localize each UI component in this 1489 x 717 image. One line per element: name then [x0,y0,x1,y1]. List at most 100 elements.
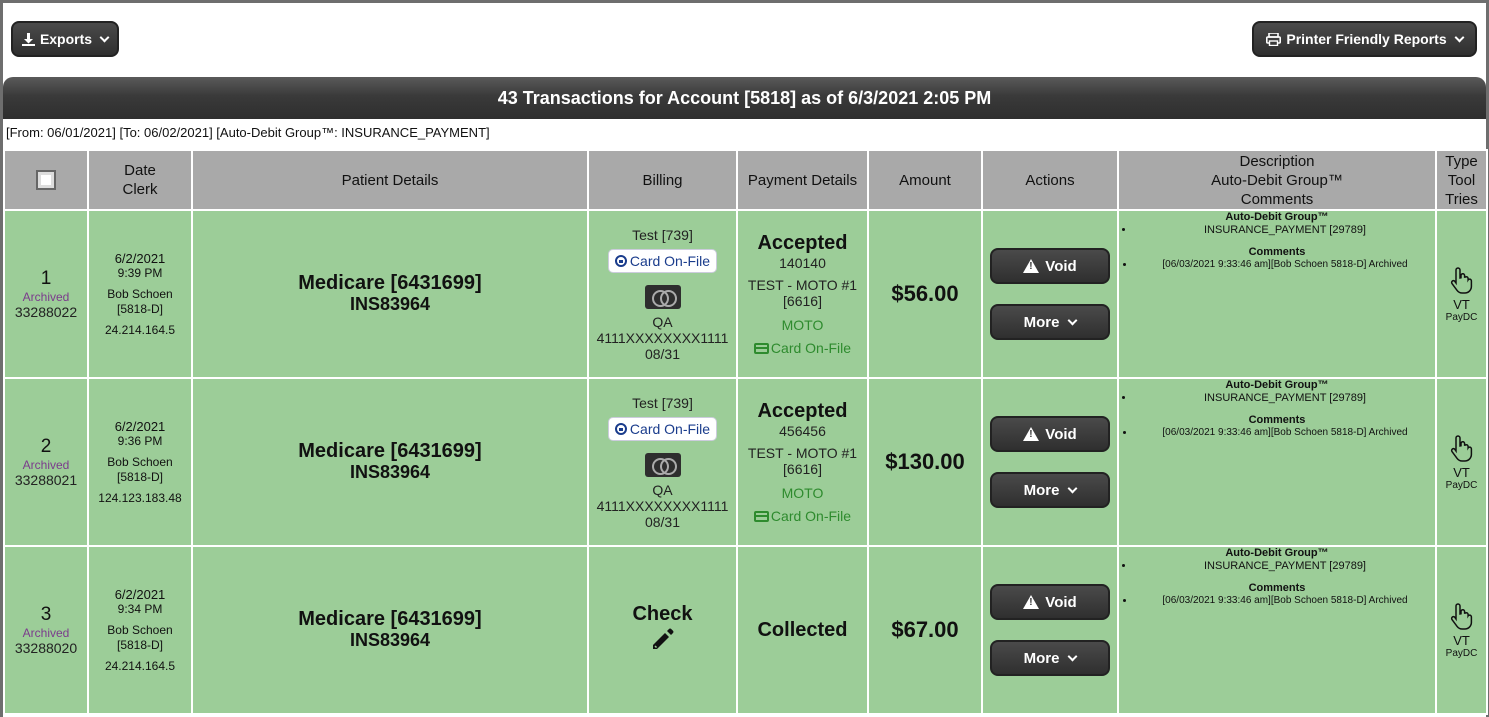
card-exp: 08/31 [644,513,681,530]
select-all-checkbox[interactable] [36,170,56,191]
pencil-icon[interactable] [650,626,676,652]
status-badge: Archived [22,626,70,640]
printer-friendly-reports-button[interactable]: Printer Friendly Reports [1252,21,1477,57]
void-label: Void [1045,257,1077,275]
credit-card-icon [753,343,769,354]
patient-details-cell[interactable]: Medicare [6431699] INS83964 [191,209,589,379]
void-button[interactable]: Void [990,416,1110,452]
payment-mode: MOTO [781,317,824,333]
date-clerk-cell: 6/2/2021 9:39 PM Bob Schoen [5818-D] 24.… [87,209,193,379]
lock-icon [614,422,627,435]
card-number: 4111XXXXXXXX1111 [596,329,729,346]
card-on-file-text: Card On-File [770,508,852,524]
patient-details-header[interactable]: Patient Details [191,149,589,211]
clerk-id: [5818-D] [116,637,164,652]
credit-card-icon [753,511,769,522]
row-index-cell: 1 Archived 33288022 [3,209,89,379]
card-on-file-button[interactable]: Card On-File [607,248,718,273]
comments-heading: Comments [1248,414,1306,426]
comment-item: [06/03/2021 9:33:46 am][Bob Schoen 5818-… [1135,427,1435,439]
card-on-file-text: Card On-File [770,340,852,356]
more-label: More [1023,481,1060,499]
void-button[interactable]: Void [990,584,1110,620]
comment-item: [06/03/2021 9:33:46 am][Bob Schoen 5818-… [1135,259,1435,271]
actions-cell: Void More [981,545,1119,715]
exports-label: Exports [39,31,93,47]
clerk-id: [5818-D] [116,301,164,316]
card-name: QA [652,313,673,330]
transaction-id[interactable]: 33288020 [5,640,87,656]
amount-header[interactable]: Amount [867,149,983,211]
card-number: 4111XXXXXXXX1111 [596,497,729,514]
hand-pointer-icon[interactable] [1449,434,1475,462]
payment-status: Accepted [757,232,848,254]
card-name: QA [652,481,673,498]
header-clerk: Clerk [122,181,158,198]
type-tool: VT [1453,632,1470,648]
auth-code: 140140 [779,255,826,271]
clerk-id: [5818-D] [116,469,164,484]
card-on-file-link[interactable]: Card On-File [738,508,867,524]
header-description: Description [1239,152,1315,170]
status-badge: Archived [22,458,70,472]
type-tool: VT [1453,464,1470,480]
billing-header[interactable]: Billing [587,149,738,211]
more-button[interactable]: More [990,640,1110,676]
date-clerk-cell: 6/2/2021 9:34 PM Bob Schoen [5818-D] 24.… [87,545,193,715]
type-tool: VT [1453,296,1470,312]
header-tool: Tool [1447,171,1476,189]
type-tries: PayDC [1445,647,1478,659]
patient-name[interactable]: Medicare [6431699] [193,609,587,630]
table-row: 3 Archived 33288020 6/2/2021 9:34 PM Bob… [3,545,1488,715]
more-button[interactable]: More [990,304,1110,340]
txn-time: 9:34 PM [117,601,163,616]
txn-time: 9:36 PM [117,433,163,448]
actions-cell: Void More [981,377,1119,547]
ip-address: 24.214.164.5 [104,658,176,673]
comments-heading: Comments [1248,246,1306,258]
amount-cell: $130.00 [867,377,983,547]
more-button[interactable]: More [990,472,1110,508]
table-row: 1 Archived 33288022 6/2/2021 9:39 PM Bob… [3,209,1488,379]
warning-icon [1023,427,1040,441]
hand-pointer-icon[interactable] [1449,602,1475,630]
billing-name: Test [739] [632,226,693,243]
void-label: Void [1045,425,1077,443]
billing-cell: Test [739] Card On-File QA 4111XXXXXXXX1… [587,377,738,547]
billing-cell: Test [739] Card On-File QA 4111XXXXXXXX1… [587,209,738,379]
payment-mode: MOTO [781,485,824,501]
merchant-id: [6616] [783,461,822,477]
clerk-name: Bob Schoen [107,454,173,469]
transaction-id[interactable]: 33288022 [5,304,87,320]
date-clerk-header[interactable]: Date Clerk [87,149,193,211]
status-badge: Archived [22,290,70,304]
transaction-id[interactable]: 33288021 [5,472,87,488]
patient-name[interactable]: Medicare [6431699] [193,273,587,294]
comment-item: [06/03/2021 9:33:46 am][Bob Schoen 5818-… [1135,595,1435,607]
toolbar: Exports Printer Friendly Reports [0,0,1489,76]
card-on-file-button[interactable]: Card On-File [607,416,718,441]
exports-button[interactable]: Exports [11,21,119,57]
table-header-row: Date Clerk Patient Details Billing Paymen… [3,149,1488,211]
card-on-file-link[interactable]: Card On-File [738,340,867,356]
payment-details-header[interactable]: Payment Details [736,149,869,211]
patient-details-cell[interactable]: Medicare [6431699] INS83964 [191,545,589,715]
void-button[interactable]: Void [990,248,1110,284]
page-title: 43 Transactions for Account [5818] as of… [3,77,1486,119]
amount-cell: $67.00 [867,545,983,715]
ip-address: 24.214.164.5 [104,322,176,337]
insurance-id: INS83964 [349,294,431,314]
card-on-file-label: Card On-File [629,420,711,437]
printer-icon [1266,32,1282,46]
patient-details-cell[interactable]: Medicare [6431699] INS83964 [191,377,589,547]
amount-cell: $56.00 [867,209,983,379]
chevron-down-icon [99,32,110,42]
printer-label: Printer Friendly Reports [1286,31,1447,47]
patient-name[interactable]: Medicare [6431699] [193,441,587,462]
type-tries: PayDC [1445,311,1478,323]
lock-icon [614,254,627,267]
hand-pointer-icon[interactable] [1449,266,1475,294]
header-auto-debit-group: Auto-Debit Group™ [1211,171,1343,189]
mastercard-icon [644,284,681,309]
payment-details-cell: Accepted 140140 TEST - MOTO #1 [6616] MO… [736,209,869,379]
